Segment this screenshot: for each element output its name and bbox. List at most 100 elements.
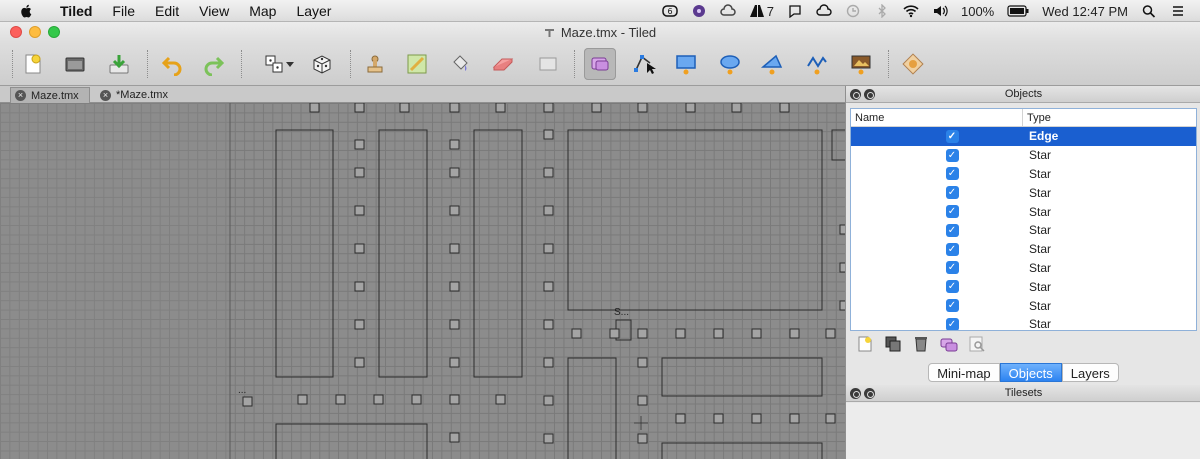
object-row[interactable]: ✓ Star [851,146,1196,165]
app-status-icon[interactable] [691,4,707,18]
close-panel-icon[interactable] [850,388,861,399]
star-object[interactable] [675,413,686,424]
wifi-icon[interactable] [903,4,919,18]
star-object[interactable] [449,103,460,113]
random-tile-button[interactable] [306,48,338,80]
menu-map[interactable]: Map [239,3,286,19]
time-machine-icon[interactable] [845,4,861,18]
visibility-checkbox[interactable]: ✓ [945,167,959,181]
star-object[interactable] [609,328,620,339]
object-row[interactable]: ✓ Star [851,277,1196,296]
star-object[interactable] [543,433,554,444]
star-object[interactable] [495,394,506,405]
bluetooth-icon[interactable] [874,4,890,18]
menu-view[interactable]: View [189,3,239,19]
rectangle-select-button[interactable] [532,48,564,80]
star-object[interactable] [242,396,253,407]
star-object[interactable] [713,413,724,424]
star-object[interactable] [637,328,648,339]
star-object[interactable] [297,394,308,405]
star-object[interactable] [751,413,762,424]
delete-object-button[interactable] [912,335,930,353]
object-row[interactable]: ✓ Star [851,315,1196,330]
star-object[interactable] [449,432,460,443]
insert-ellipse-button[interactable] [714,48,746,80]
star-object[interactable] [637,433,648,444]
visibility-checkbox[interactable]: ✓ [945,148,959,162]
menu-app[interactable]: Tiled [50,3,102,19]
chat-bubble-icon[interactable] [787,4,803,18]
star-object[interactable] [779,103,790,113]
visibility-checkbox[interactable]: ✓ [945,186,959,200]
map-canvas[interactable]: ... S... [0,103,845,459]
insert-polyline-button[interactable] [801,48,833,80]
undo-button[interactable] [157,48,189,80]
document-proxy-icon[interactable] [544,27,555,38]
star-object[interactable] [449,281,460,292]
battery-percent[interactable]: 100% [961,4,994,19]
open-map-button[interactable] [59,48,91,80]
edit-polygons-button[interactable] [628,48,660,80]
star-object[interactable] [354,281,365,292]
zoom-to-object-button[interactable] [968,335,986,353]
object-row[interactable]: ✓ Star [851,165,1196,184]
star-object[interactable] [825,328,836,339]
volume-icon[interactable] [932,4,948,18]
star-object[interactable] [495,103,506,113]
star-object[interactable] [637,357,648,368]
menu-clock[interactable]: Wed 12:47 PM [1042,4,1128,19]
star-object[interactable] [713,328,724,339]
star-object[interactable] [449,167,460,178]
star-object[interactable] [789,328,800,339]
star-object[interactable] [571,328,582,339]
star-object[interactable] [449,394,460,405]
close-tab-icon[interactable]: × [15,90,26,101]
adobe-status[interactable]: 7 [749,4,774,19]
battery-icon[interactable] [1007,5,1029,17]
star-object[interactable] [825,413,836,424]
star-object[interactable] [543,319,554,330]
new-map-button[interactable] [17,48,49,80]
terrain-brush-button[interactable] [401,48,433,80]
object-row[interactable]: ✓ Edge [851,127,1196,146]
star-object[interactable] [543,281,554,292]
redo-button[interactable] [197,48,229,80]
random-mode-dropdown[interactable] [282,48,298,80]
star-object[interactable] [637,395,648,406]
star-object[interactable] [354,319,365,330]
stamp-brush-button[interactable] [359,48,391,80]
star-object[interactable] [399,103,410,113]
star-object[interactable] [354,357,365,368]
column-name-header[interactable]: Name [851,109,1023,126]
star-object[interactable] [543,395,554,406]
save-map-button[interactable] [103,48,135,80]
object-row[interactable]: ✓ Star [851,296,1196,315]
spotlight-icon[interactable] [1141,4,1157,18]
object-row[interactable]: ✓ Star [851,221,1196,240]
tab-objects[interactable]: Objects [999,362,1062,382]
tab-mini-map[interactable]: Mini-map [928,362,1000,382]
star-object[interactable] [449,139,460,150]
bucket-fill-button[interactable] [444,48,476,80]
close-window-button[interactable] [10,26,22,38]
object-properties-button[interactable] [940,335,958,353]
duplicate-object-button[interactable] [884,335,902,353]
insert-rectangle-button[interactable] [670,48,702,80]
star-object[interactable] [335,394,346,405]
star-object[interactable] [411,394,422,405]
close-panel-icon[interactable] [850,89,861,100]
star-object[interactable] [637,103,648,113]
visibility-checkbox[interactable]: ✓ [945,299,959,313]
menu-edit[interactable]: Edit [145,3,189,19]
float-panel-icon[interactable] [864,388,875,399]
close-tab-icon[interactable]: × [100,89,111,101]
star-object[interactable] [354,103,365,113]
star-object[interactable] [449,243,460,254]
star-object[interactable] [685,103,696,113]
minimize-window-button[interactable] [29,26,41,38]
star-object[interactable] [449,205,460,216]
star-object[interactable] [373,394,384,405]
notification-center-icon[interactable] [1170,4,1186,18]
star-object[interactable] [591,103,602,113]
float-panel-icon[interactable] [864,89,875,100]
